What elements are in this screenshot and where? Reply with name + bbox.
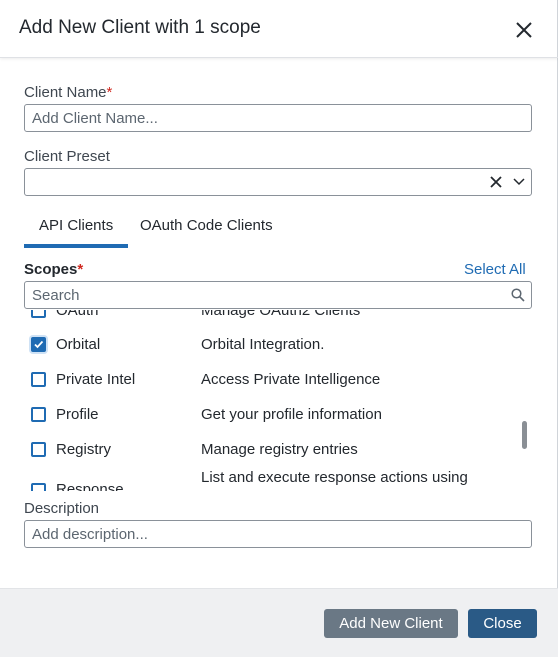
scope-list: OAuth Manage OAuth2 Clients Orbital Orbi… xyxy=(24,310,532,491)
clear-icon[interactable] xyxy=(489,175,503,189)
search-icon[interactable] xyxy=(511,288,525,302)
checkmark-icon xyxy=(34,340,44,349)
dialog-header: Add New Client with 1 scope xyxy=(0,0,558,58)
scope-search-input[interactable] xyxy=(25,282,505,308)
scope-row: Response List and execute response actio… xyxy=(24,469,532,491)
scope-checkbox[interactable] xyxy=(31,337,46,352)
scope-name: OAuth xyxy=(56,310,99,319)
scope-row: OAuth Manage OAuth2 Clients xyxy=(24,310,532,328)
scope-checkbox[interactable] xyxy=(31,483,46,491)
scope-name: Profile xyxy=(56,406,99,423)
client-name-input[interactable] xyxy=(24,104,532,132)
close-button[interactable]: Close xyxy=(468,609,537,638)
scope-checkbox[interactable] xyxy=(31,407,46,422)
select-all-link[interactable]: Select All xyxy=(464,261,526,278)
scope-description: Get your profile information xyxy=(201,406,382,423)
scope-row: Registry Manage registry entries xyxy=(24,432,532,467)
scope-row: Private Intel Access Private Intelligenc… xyxy=(24,362,532,397)
close-icon[interactable] xyxy=(513,19,535,41)
client-preset-select[interactable] xyxy=(24,168,532,196)
scope-description: Manage OAuth2 Clients xyxy=(201,310,361,319)
description-input[interactable] xyxy=(24,520,532,548)
scope-row: Profile Get your profile information xyxy=(24,397,532,432)
scope-name: Private Intel xyxy=(56,371,136,388)
scope-row: Orbital Orbital Integration. xyxy=(24,327,532,362)
scope-search-box xyxy=(24,281,532,309)
scope-checkbox[interactable] xyxy=(31,372,46,387)
scope-description: Manage registry entries xyxy=(201,441,358,458)
tab-api-clients[interactable]: API Clients xyxy=(24,208,129,248)
add-client-dialog: Add New Client with 1 scope Client Name*… xyxy=(0,0,558,657)
scope-name: Registry xyxy=(56,441,112,458)
scope-description: Access Private Intelligence xyxy=(201,371,381,388)
client-preset-label: Client Preset xyxy=(24,148,110,165)
scope-name: Response xyxy=(56,481,124,491)
scope-description: Orbital Integration. xyxy=(201,336,325,353)
dialog-title: Add New Client with 1 scope xyxy=(19,17,261,38)
scope-list-scrollbar[interactable] xyxy=(522,421,527,449)
scope-name: Orbital xyxy=(56,336,101,353)
chevron-down-icon[interactable] xyxy=(513,177,525,187)
scope-description: List and execute response actions using xyxy=(201,469,468,486)
dialog-footer: Add New Client Close xyxy=(0,588,558,657)
client-name-label: Client Name* xyxy=(24,84,113,101)
add-new-client-button[interactable]: Add New Client xyxy=(324,609,458,638)
tab-oauth-code-clients[interactable]: OAuth Code Clients xyxy=(125,208,288,248)
description-label: Description xyxy=(24,500,100,517)
scope-checkbox[interactable] xyxy=(31,442,46,457)
scopes-label: Scopes* xyxy=(24,261,84,278)
scope-checkbox[interactable] xyxy=(31,310,46,318)
